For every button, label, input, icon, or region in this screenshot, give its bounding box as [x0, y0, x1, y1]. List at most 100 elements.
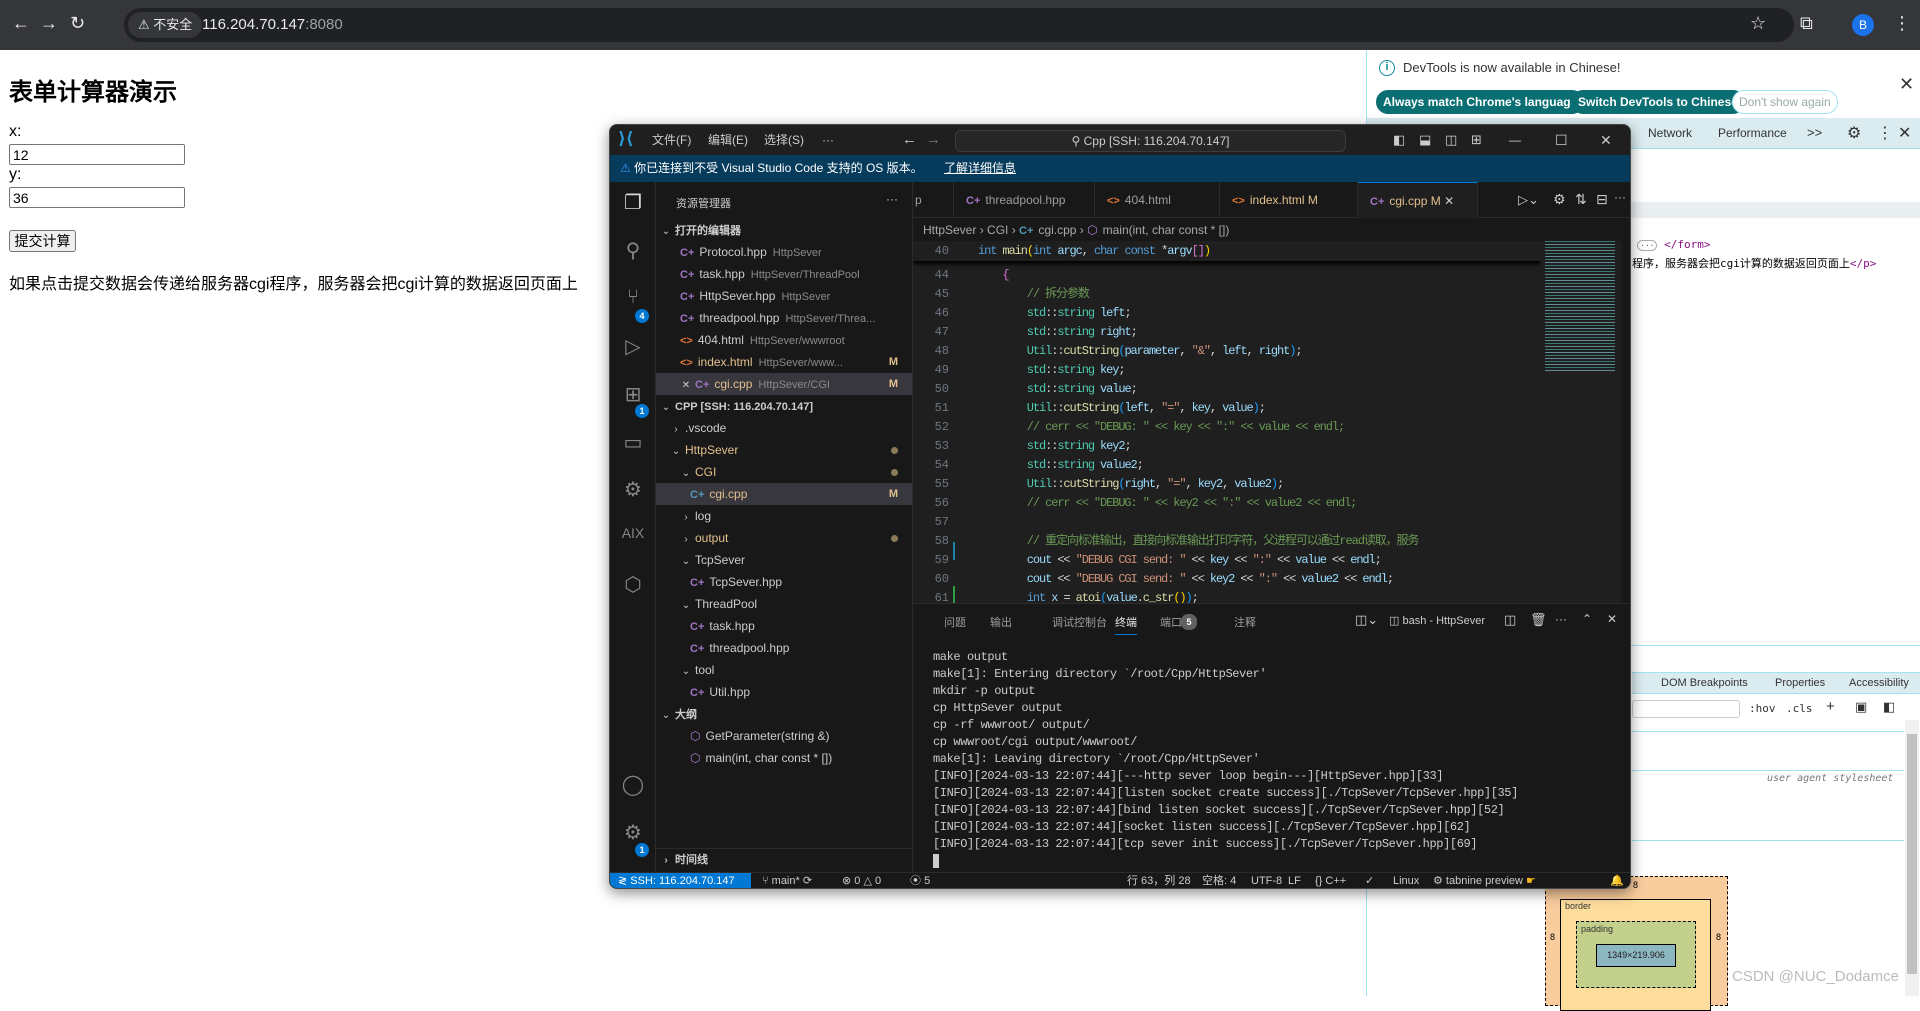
notifications-bell-icon[interactable]: 🔔 [1610, 873, 1624, 888]
menu-edit[interactable]: 编辑(E) [708, 125, 748, 155]
check-icon[interactable]: ✓ [1365, 873, 1374, 888]
more-tabs-icon[interactable]: >> [1807, 125, 1822, 140]
minimap[interactable] [1541, 241, 1621, 603]
toggle-primary-sidebar-icon[interactable]: ◧ [1393, 125, 1405, 155]
indentation-status[interactable]: 空格: 4 [1202, 873, 1236, 888]
forward-icon[interactable]: → [40, 13, 58, 34]
source-control-icon[interactable]: ⑂ [610, 286, 656, 309]
search-icon[interactable]: ⚲ [610, 238, 656, 263]
editor-tab[interactable]: <> 404.html [1095, 182, 1220, 218]
styles-filter-input[interactable] [1632, 700, 1740, 718]
os-status[interactable]: Linux [1393, 873, 1419, 888]
tree-item[interactable]: C+ threadpool.hpp HttpSever/Threa... [656, 307, 912, 329]
branch-status[interactable]: ⑂ main* ⟳ [762, 873, 812, 888]
encoding-status[interactable]: UTF-8 [1251, 873, 1282, 888]
run-debug-dropdown-icon[interactable]: ▷⌄ [1518, 192, 1539, 208]
tree-item[interactable]: ⌄ tool [656, 659, 912, 681]
window-close-icon[interactable]: ✕ [1600, 125, 1612, 155]
maximize-icon[interactable]: ☐ [1555, 125, 1568, 155]
tree-item[interactable]: <> 404.html HttpSever/wwwroot [656, 329, 912, 351]
maximize-panel-icon[interactable]: ⌃ [1582, 612, 1592, 626]
problems-status[interactable]: ⊗ 0 △ 0 [842, 873, 881, 888]
breadcrumb-folder[interactable]: HttpSever [923, 223, 976, 237]
tab-performance[interactable]: Performance [1718, 126, 1787, 140]
editor-tab[interactable]: <> index.html M [1220, 182, 1358, 218]
panel-tab[interactable]: 注释 [1234, 614, 1256, 630]
breadcrumb-folder[interactable]: CGI [987, 223, 1008, 237]
tree-item[interactable]: › log [656, 505, 912, 527]
eol-status[interactable]: LF [1288, 873, 1301, 888]
styles-scrollbar[interactable] [1905, 720, 1919, 996]
tree-item[interactable]: ✕ C+ cgi.cpp HttpSever/CGI M [656, 373, 912, 395]
tree-item[interactable]: ⬡ main(int, char const * []) [656, 747, 912, 769]
box-model-margin[interactable]: 8 8 8 border padding 1349×219.906 [1545, 876, 1728, 1011]
toggle-panel-icon[interactable]: ⬓ [1419, 125, 1431, 155]
tree-item[interactable]: › output [656, 527, 912, 549]
terminal-instance[interactable]: ◫ bash - HttpSever [1389, 614, 1485, 627]
section-header[interactable]: ⌄ CPP [SSH: 116.204.70.147] [656, 395, 912, 417]
box-model-content[interactable]: 1349×219.906 [1596, 944, 1676, 967]
toggle-secondary-sidebar-icon[interactable]: ◫ [1445, 125, 1457, 155]
scrollbar-thumb[interactable] [1907, 734, 1917, 974]
remote-indicator[interactable]: ≷ SSH: 116.204.70.147 [610, 873, 751, 888]
kill-terminal-icon[interactable]: 🗑 [1530, 612, 1547, 628]
editor-tab[interactable]: C+ threadpool.hpp [954, 182, 1095, 218]
cursor-position[interactable]: 行 63，列 28 [1127, 873, 1191, 888]
minimize-icon[interactable]: — [1509, 125, 1521, 155]
bookmark-star-icon[interactable]: ☆ [1750, 13, 1766, 34]
code-line[interactable]: 40 int main(int argc, char const *argv[]) [913, 242, 1541, 261]
address-bar[interactable]: ⚠ 不安全 116.204.70.147:8080 [124, 8, 1794, 42]
split-terminal-icon[interactable]: ◫ [1504, 612, 1516, 628]
tree-item[interactable]: C+ TcpSever.hpp [656, 571, 912, 593]
devtools-close-icon[interactable]: ✕ [1898, 123, 1911, 143]
panel-tab[interactable]: 终端 [1115, 614, 1137, 635]
infobar-close-icon[interactable]: ✕ [1899, 74, 1914, 95]
close-icon[interactable]: ✕ [680, 375, 692, 395]
nav-back-icon[interactable]: ← [902, 125, 917, 155]
tab-accessibility[interactable]: Accessibility [1849, 677, 1909, 689]
close-panel-icon[interactable]: ✕ [1607, 612, 1617, 626]
tree-item[interactable]: ⌄ CGI [656, 461, 912, 483]
nav-forward-icon[interactable]: → [926, 125, 941, 155]
new-terminal-layout-icon[interactable]: ◫⌄ [1355, 612, 1378, 628]
tree-item[interactable]: C+ Protocol.hpp HttpSever [656, 241, 912, 263]
menu-selection[interactable]: 选择(S) [764, 125, 804, 155]
x-input[interactable]: 12 [9, 144, 185, 165]
settings-gear-icon[interactable]: ⚙ [1847, 123, 1861, 143]
panel-tab[interactable]: 问题 [944, 614, 966, 630]
explorer-icon[interactable]: ❐ [610, 190, 656, 215]
ellipsis-icon[interactable]: ··· [1637, 240, 1658, 251]
box-model-padding[interactable]: padding 1349×219.906 [1576, 921, 1696, 988]
back-icon[interactable]: ← [12, 13, 30, 34]
elements-form-close[interactable]: ··· </form> [1637, 238, 1710, 251]
paint-brush-icon[interactable]: ▣ [1855, 699, 1867, 715]
security-chip[interactable]: ⚠ 不安全 [128, 12, 203, 38]
code-editor[interactable]: 40 int main(int argc, char const *argv[])… [913, 241, 1541, 603]
cls-toggle[interactable]: .cls [1786, 702, 1813, 715]
profile-avatar[interactable]: B [1852, 14, 1874, 36]
customize-layout-icon[interactable]: ⊞ [1471, 125, 1482, 155]
tree-item[interactable]: ⌄ TcpSever [656, 549, 912, 571]
toggle-sidebar-icon[interactable]: ◧ [1883, 699, 1895, 715]
remote-explorer-icon[interactable]: ▭ [610, 430, 656, 455]
tab-properties[interactable]: Properties [1775, 677, 1825, 689]
breadcrumb-file[interactable]: cgi.cpp [1038, 223, 1076, 237]
tab-dom-breakpoints[interactable]: DOM Breakpoints [1661, 677, 1748, 689]
explorer-more-icon[interactable]: ··· [886, 192, 898, 206]
timeline-section-header[interactable]: › 时间线 [656, 848, 912, 870]
editor-more-icon[interactable]: ··· [1614, 190, 1626, 204]
tree-item[interactable]: <> index.html HttpSever/www... M [656, 351, 912, 373]
devtools-menu-icon[interactable]: ⋮ [1877, 123, 1893, 143]
tabnine-status[interactable]: ⚙ tabnine preview ☛ [1433, 873, 1536, 888]
tree-item[interactable]: C+ task.hpp [656, 615, 912, 637]
panel-tab[interactable]: 输出 [990, 614, 1012, 630]
tree-item[interactable]: C+ task.hpp HttpSever/ThreadPool [656, 263, 912, 285]
box-model-border[interactable]: border padding 1349×219.906 [1560, 899, 1711, 1011]
always-match-language-button[interactable]: Always match Chrome's language [1376, 90, 1585, 114]
switch-to-chinese-button[interactable]: Switch DevTools to Chinese [1571, 90, 1745, 114]
cmake-icon[interactable]: ⚙ [610, 477, 656, 502]
editor-tab[interactable]: C+ cgi.cpp M ✕ [1358, 182, 1478, 218]
accounts-icon[interactable]: ◯ [610, 772, 656, 797]
extensions-icon[interactable]: ⧉ [1800, 13, 1813, 34]
panel-tab[interactable]: 调试控制台 [1052, 614, 1107, 630]
